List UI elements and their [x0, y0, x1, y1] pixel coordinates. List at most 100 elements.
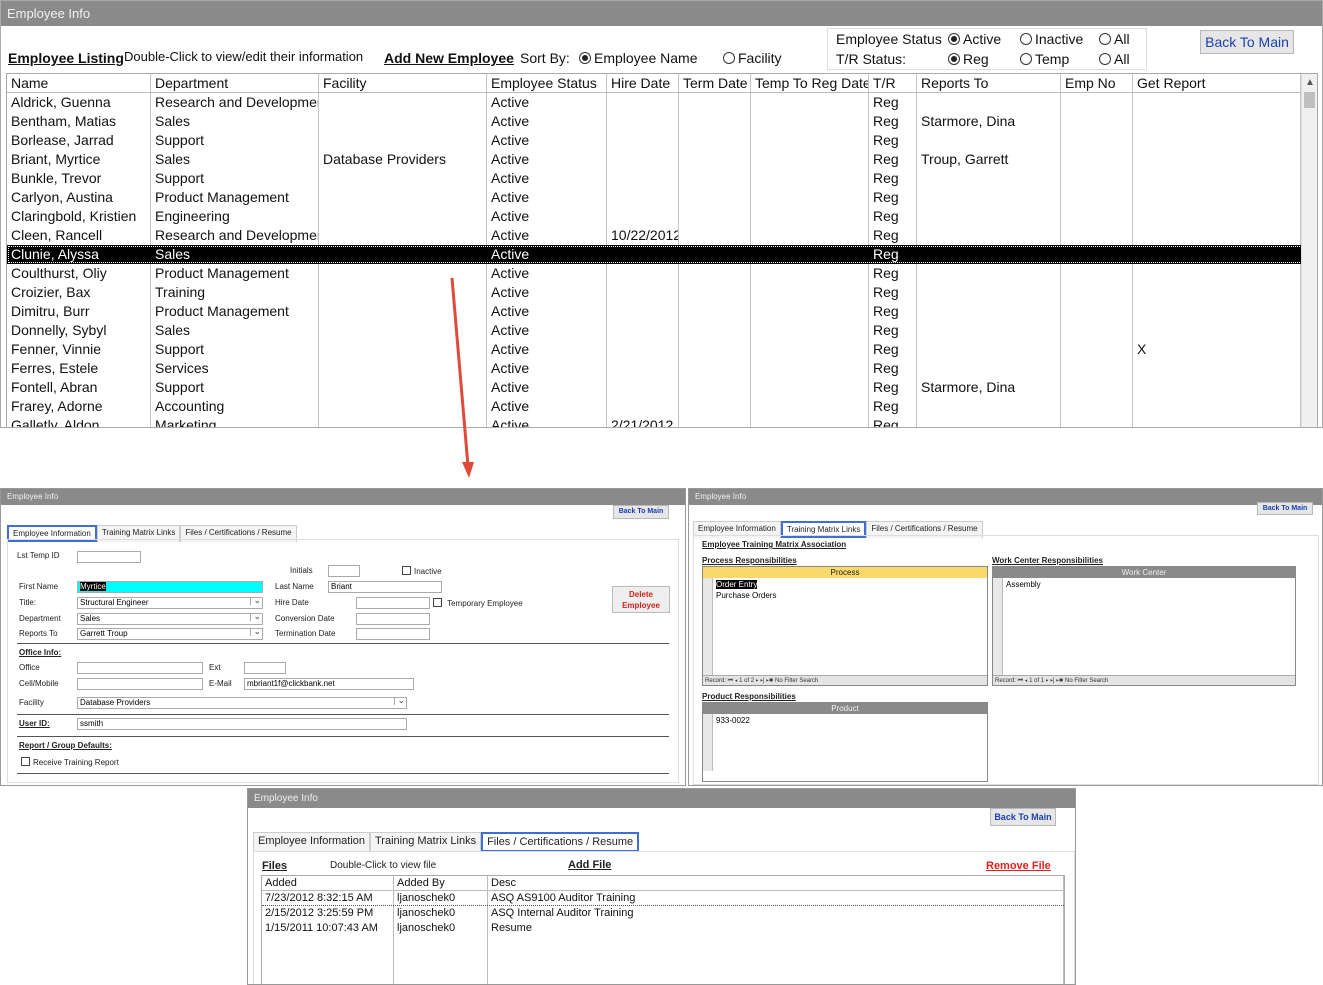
radio-selected-icon	[579, 52, 591, 64]
record-navigator[interactable]: Record: ⏮ ◂ 1 of 1 ▸ ▸| ▸✱ No Filter Sea…	[993, 675, 1295, 685]
sort-employee-name-radio[interactable]: Employee Name	[579, 50, 698, 66]
back-to-main-button[interactable]: Back To Main	[990, 808, 1056, 826]
table-row[interactable]: 1/15/2011 10:07:43 AM ljanoschek0 Resume	[262, 921, 1064, 936]
scroll-thumb[interactable]	[1304, 92, 1315, 108]
back-to-main-button[interactable]: Back To Main	[1257, 502, 1313, 515]
table-row[interactable]: Frarey, Adorne Accounting Active Reg	[7, 397, 1317, 416]
column-header[interactable]: Employee Status	[487, 74, 607, 92]
add-file-link[interactable]: Add File	[568, 859, 611, 871]
tr-all-radio[interactable]: All	[1099, 51, 1130, 67]
delete-employee-button[interactable]: Delete Employee	[612, 586, 670, 613]
facility-dropdown[interactable]: Database Providers	[77, 697, 407, 709]
table-cell: Dimitru, Burr	[7, 302, 151, 321]
tr-temp-radio[interactable]: Temp	[1020, 51, 1069, 67]
tab-files-certifications-resume[interactable]: Files / Certifications / Resume	[481, 832, 640, 852]
table-cell	[1061, 340, 1133, 359]
user-id-field[interactable]: ssmith	[77, 718, 407, 730]
table-cell: Active	[487, 245, 607, 264]
column-header[interactable]: T/R	[869, 74, 917, 92]
table-cell: Sales	[151, 245, 319, 264]
column-header[interactable]: Term Date	[679, 74, 751, 92]
column-header[interactable]: Emp No	[1061, 74, 1133, 92]
table-row[interactable]: Croizier, Bax Training Active Reg	[7, 283, 1317, 302]
email-field[interactable]: mbriant1f@clickbank.net	[244, 678, 414, 690]
back-to-main-button[interactable]: Back To Main	[1200, 30, 1294, 54]
scroll-up-arrow-icon[interactable]: ▲	[1305, 77, 1315, 88]
checkbox-icon	[433, 598, 442, 607]
column-header[interactable]: Department	[151, 74, 319, 92]
table-cell	[607, 359, 679, 378]
column-header[interactable]: Temp To Reg Date	[751, 74, 869, 92]
tab-employee-information[interactable]: Employee Information	[253, 832, 370, 852]
divider	[17, 736, 669, 737]
first-name-field[interactable]: Myrtice	[77, 581, 263, 593]
add-new-employee-link[interactable]: Add New Employee	[384, 50, 514, 66]
column-header[interactable]: Name	[7, 74, 151, 92]
table-cell	[679, 169, 751, 188]
column-header[interactable]: Added By	[394, 876, 488, 890]
reports-to-dropdown[interactable]: Garrett Troup	[77, 628, 263, 640]
department-dropdown[interactable]: Sales	[77, 613, 263, 625]
column-header[interactable]: Desc	[488, 876, 1064, 890]
tab-training-matrix-links[interactable]: Training Matrix Links	[370, 832, 482, 852]
vertical-scrollbar[interactable]: ▲	[1301, 74, 1317, 427]
termination-date-field[interactable]	[356, 628, 430, 640]
table-row[interactable]: Cleen, Rancell Research and Development Ac…	[7, 226, 1317, 245]
table-row[interactable]: Claringbold, Kristien Engineering Active Re…	[7, 207, 1317, 226]
table-row[interactable]: Fenner, Vinnie Support Active Reg X	[7, 340, 1317, 359]
table-cell: Troup, Garrett	[917, 150, 1061, 169]
panel-title: Employee Info	[248, 789, 1075, 808]
column-header[interactable]: Get Report	[1133, 74, 1301, 92]
column-header[interactable]: Added	[262, 876, 394, 890]
temporary-employee-checkbox[interactable]: Temporary Employee	[433, 598, 523, 608]
conversion-date-field[interactable]	[356, 613, 430, 625]
status-inactive-radio[interactable]: Inactive	[1020, 31, 1083, 47]
employee-form: Lst Temp ID Initials Inactive First Name…	[7, 539, 679, 783]
table-row[interactable]: 2/15/2012 3:25:59 PM ljanoschek0 ASQ Inter…	[262, 906, 1064, 921]
receive-training-report-checkbox[interactable]: Receive Training Report	[21, 757, 119, 767]
sort-facility-radio[interactable]: Facility	[723, 50, 782, 66]
back-to-main-button[interactable]: Back To Main	[613, 505, 669, 519]
table-row[interactable]: Clunie, Alyssa Sales Active Reg	[7, 245, 1317, 264]
process-row[interactable]: Order Entry	[714, 579, 987, 590]
column-header[interactable]: Hire Date	[607, 74, 679, 92]
product-row[interactable]: 933-0022	[714, 715, 987, 726]
initials-field[interactable]	[328, 565, 360, 577]
ext-field[interactable]	[244, 662, 286, 674]
table-row[interactable]: Briant, Myrtice Sales Database Providers Ac…	[7, 150, 1317, 169]
table-row[interactable]: Borlease, Jarrad Support Active Reg	[7, 131, 1317, 150]
table-row[interactable]: 7/23/2012 8:32:15 AM ljanoschek0 ASQ AS910…	[262, 891, 1064, 906]
table-row[interactable]: Carlyon, Austina Product Management Active…	[7, 188, 1317, 207]
table-row[interactable]: Bunkle, Trevor Support Active Reg	[7, 169, 1317, 188]
inactive-checkbox[interactable]: Inactive	[402, 566, 442, 576]
process-row[interactable]: Purchase Orders	[714, 590, 987, 601]
work-center-row[interactable]: Assembly	[1004, 579, 1295, 590]
table-row[interactable]: Bentham, Matias Sales Active Reg Starmore, D…	[7, 112, 1317, 131]
column-header[interactable]: Facility	[319, 74, 487, 92]
table-row[interactable]: Galletly, Aldon Marketing Active 2/21/2012 R…	[7, 416, 1317, 427]
tr-reg-radio[interactable]: Reg	[948, 51, 989, 67]
remove-file-link[interactable]: Remove File	[986, 860, 1051, 872]
title-dropdown[interactable]: Structural Engineer	[77, 597, 263, 609]
table-row[interactable]: Coulthurst, Oliy Product Management Active…	[7, 264, 1317, 283]
table-row[interactable]: Fontell, Abran Support Active Reg Starmore, …	[7, 378, 1317, 397]
hire-date-field[interactable]	[356, 597, 430, 609]
table-cell: Coulthurst, Oliy	[7, 264, 151, 283]
table-row[interactable]: Donnelly, Sybyl Sales Active Reg	[7, 321, 1317, 340]
office-field[interactable]	[77, 662, 203, 674]
status-active-radio[interactable]: Active	[948, 31, 1001, 47]
table-cell: Resume	[488, 921, 1064, 936]
table-row[interactable]: Aldrick, Guenna Research and Development A…	[7, 93, 1317, 112]
table-row[interactable]: Ferres, Estele Services Active Reg	[7, 359, 1317, 378]
table-cell: ASQ AS9100 Auditor Training	[488, 891, 1064, 905]
column-header[interactable]: Reports To	[917, 74, 1061, 92]
record-navigator[interactable]: Record: ⏮ ◂ 1 of 2 ▸ ▸| ▸✱ No Filter Sea…	[703, 675, 987, 685]
table-cell: Active	[487, 150, 607, 169]
status-all-radio[interactable]: All	[1099, 31, 1130, 47]
office-label: Office	[19, 663, 40, 672]
table-row[interactable]: Dimitru, Burr Product Management Active Reg	[7, 302, 1317, 321]
last-name-field[interactable]: Briant	[328, 581, 442, 593]
cell-mobile-field[interactable]	[77, 678, 203, 690]
lst-temp-id-field[interactable]	[77, 551, 141, 563]
table-cell	[1133, 93, 1301, 112]
